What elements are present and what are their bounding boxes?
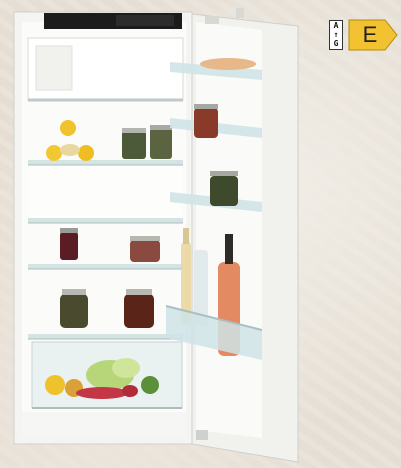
fridge-product-photo bbox=[13, 8, 299, 463]
shelf-2 bbox=[28, 218, 183, 223]
energy-scale-badge: A ↑ G bbox=[329, 20, 343, 50]
energy-class-letter: E bbox=[362, 22, 378, 47]
lemon bbox=[45, 375, 65, 395]
lemon bbox=[78, 145, 94, 161]
lemon bbox=[46, 145, 62, 161]
jar bbox=[60, 294, 88, 328]
lemon bbox=[60, 120, 76, 136]
pepper bbox=[141, 376, 159, 394]
eggs bbox=[200, 58, 256, 70]
energy-scale-arrow-icon: ↑ bbox=[333, 30, 339, 39]
energy-label: A ↑ G E bbox=[323, 18, 401, 52]
shelf-3 bbox=[28, 264, 183, 269]
jar bbox=[210, 176, 238, 206]
energy-scale-top: A bbox=[333, 21, 339, 30]
shelf-4 bbox=[28, 334, 183, 339]
jar bbox=[124, 294, 154, 328]
jar bbox=[122, 131, 146, 159]
jar bbox=[194, 108, 218, 138]
jam-jar bbox=[60, 232, 78, 260]
radish bbox=[76, 387, 128, 399]
jar bbox=[130, 240, 160, 262]
shelf-1 bbox=[28, 160, 183, 165]
energy-scale-bottom: G bbox=[333, 39, 339, 48]
jar bbox=[150, 128, 172, 159]
